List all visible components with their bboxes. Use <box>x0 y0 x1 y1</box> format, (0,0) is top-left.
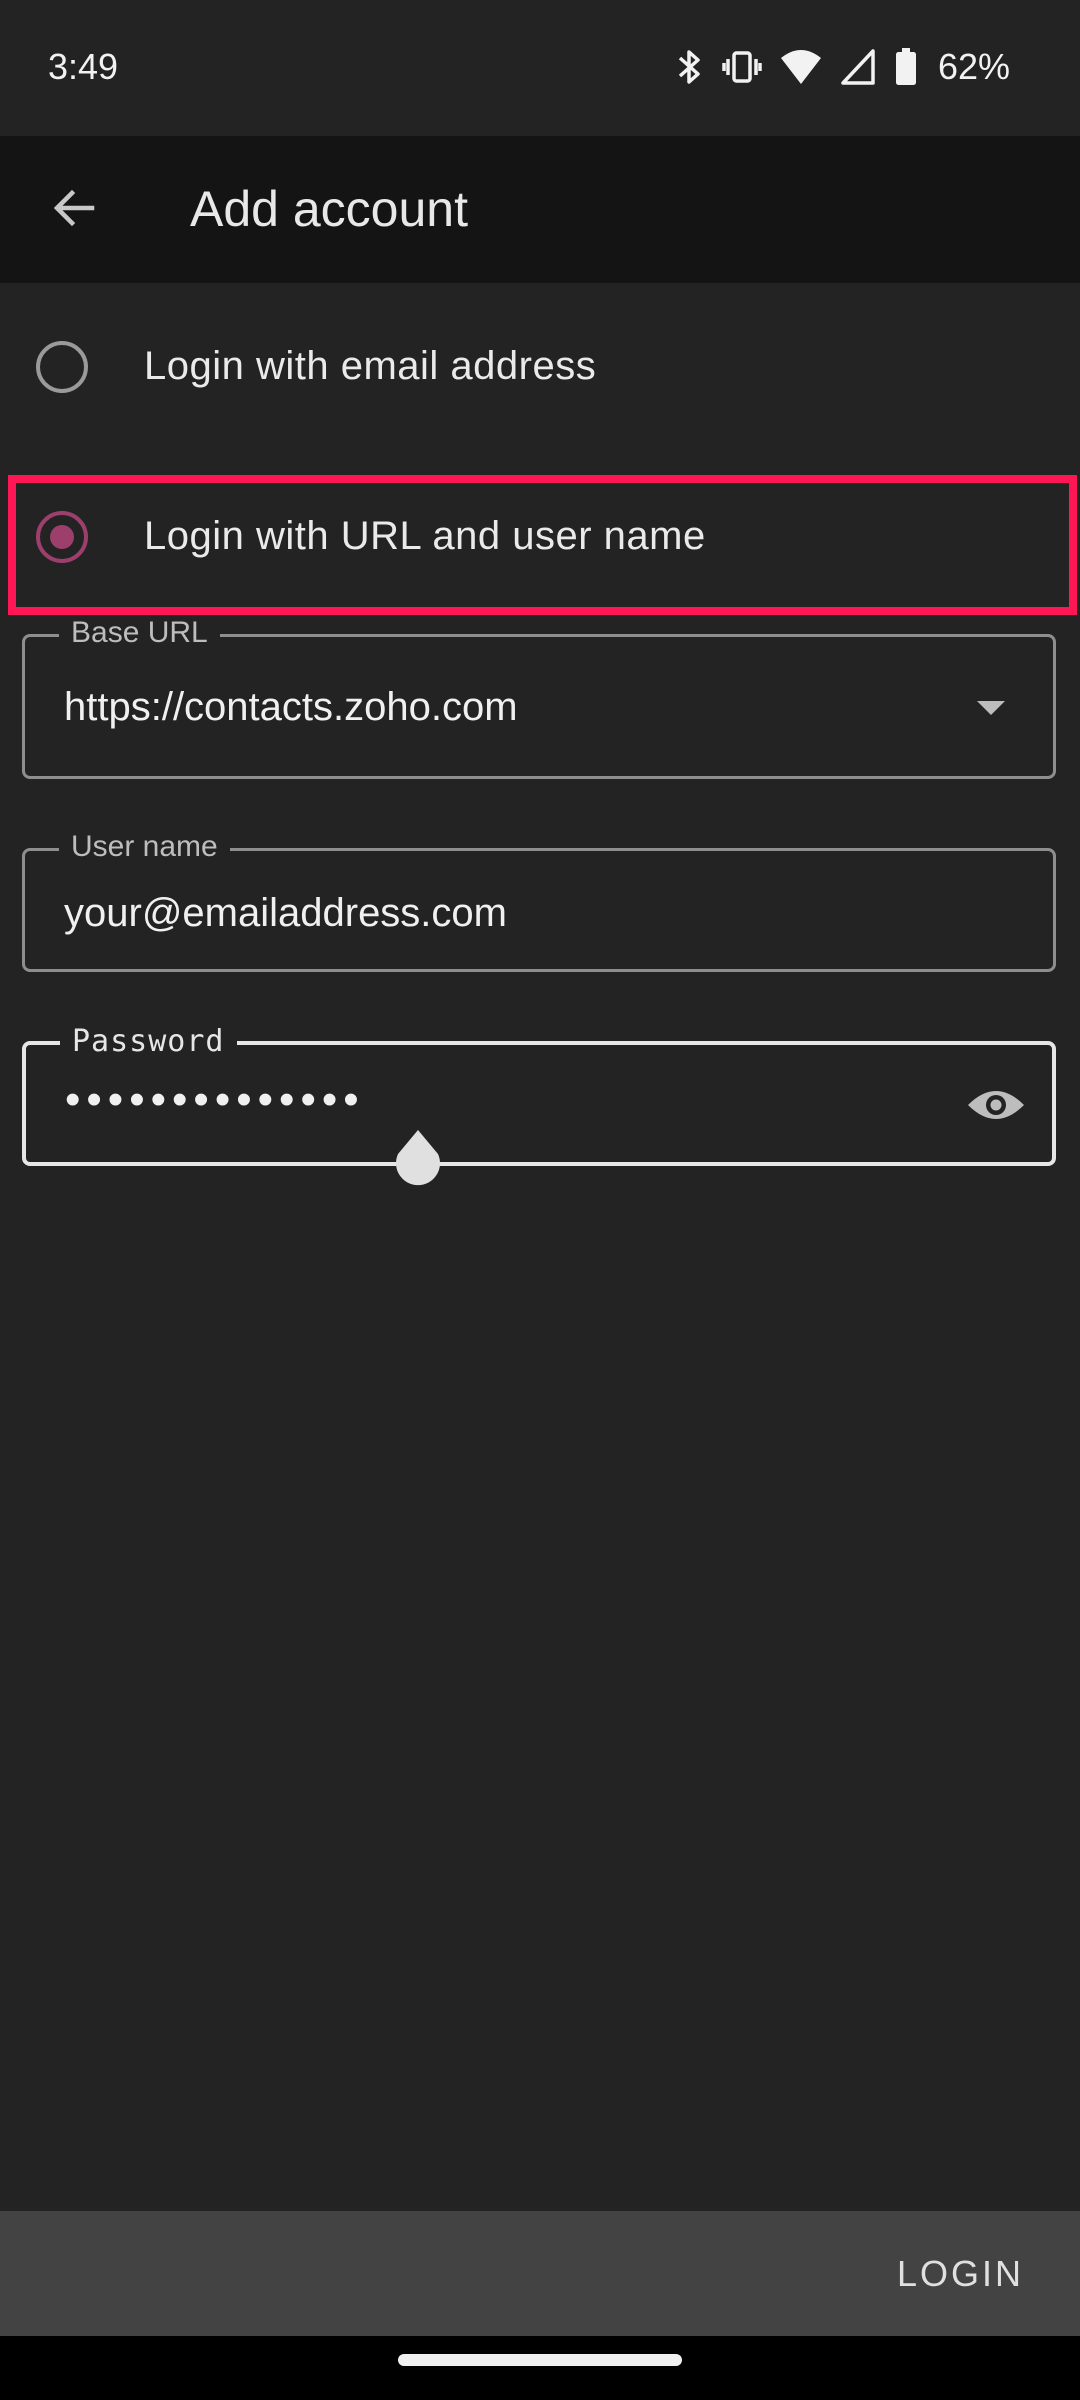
radio-button-unchecked[interactable] <box>36 341 88 393</box>
radio-label-email: Login with email address <box>144 344 597 388</box>
app-bar: Add account <box>0 136 1080 283</box>
login-button[interactable]: LOGIN <box>881 2237 1040 2311</box>
back-button[interactable] <box>36 172 112 248</box>
text-cursor-handle[interactable] <box>392 1130 444 1192</box>
base-url-dropdown[interactable]: Base URL https://contacts.zoho.com <box>22 616 1056 779</box>
user-name-label: User name <box>59 830 230 864</box>
password-label: Password <box>60 1024 237 1059</box>
page-title: Add account <box>190 181 468 237</box>
radio-button-checked[interactable] <box>36 511 88 563</box>
password-value: •••••••••••••• <box>65 1075 365 1124</box>
battery-icon <box>894 47 918 87</box>
radio-login-email[interactable]: Login with email address <box>0 302 1080 432</box>
dropdown-arrow-icon[interactable] <box>977 701 1005 715</box>
footer-bar: LOGIN <box>0 2211 1080 2336</box>
wifi-icon <box>780 48 822 86</box>
cell-signal-icon <box>840 48 876 86</box>
radio-login-url[interactable]: Login with URL and user name <box>0 472 1080 602</box>
base-url-value: https://contacts.zoho.com <box>64 685 518 729</box>
password-field[interactable]: Password •••••••••••••• <box>22 1024 1056 1166</box>
user-name-value: your@emailaddress.com <box>64 891 507 935</box>
base-url-label: Base URL <box>59 616 220 650</box>
arrow-back-icon <box>50 184 98 237</box>
status-icons: 62% <box>674 44 1010 90</box>
vibrate-icon <box>722 47 762 87</box>
bluetooth-icon <box>674 47 704 87</box>
user-name-field[interactable]: User name your@emailaddress.com <box>22 830 1056 972</box>
battery-percent: 62% <box>937 46 1010 87</box>
home-gesture-pill[interactable] <box>398 2354 682 2366</box>
navigation-bar <box>0 2336 1080 2400</box>
radio-label-url: Login with URL and user name <box>144 514 706 558</box>
eye-icon <box>966 1085 1026 1130</box>
status-time: 3:49 <box>48 46 119 87</box>
toggle-password-visibility-button[interactable] <box>964 1075 1028 1139</box>
status-bar: 3:49 62% <box>0 0 1080 136</box>
